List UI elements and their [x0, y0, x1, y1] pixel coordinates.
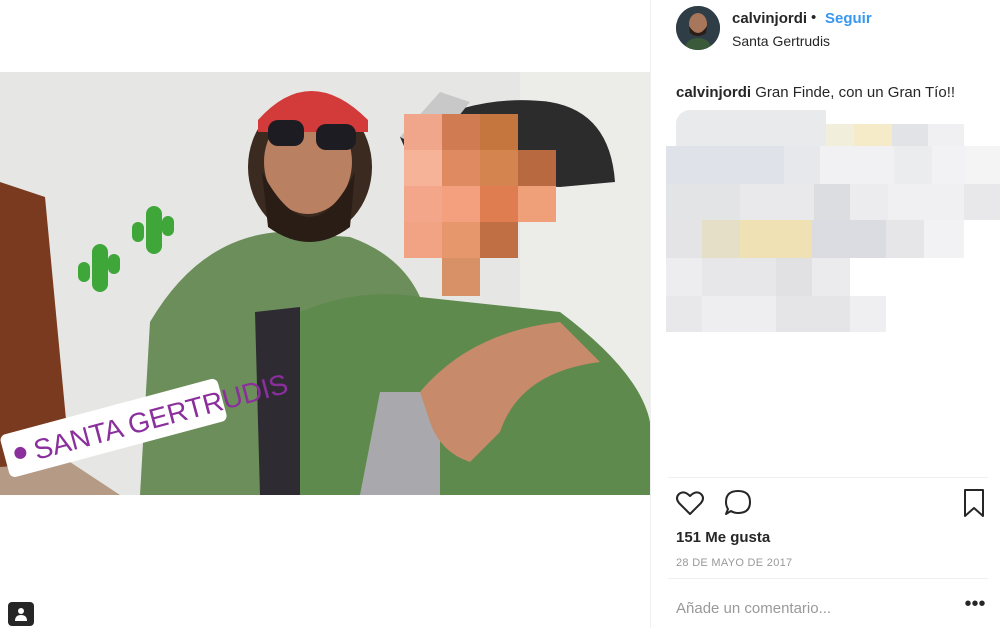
- header-username[interactable]: calvinjordi: [732, 10, 807, 27]
- follow-button[interactable]: Seguir: [825, 10, 872, 27]
- pixelated-comments: [666, 110, 1000, 335]
- save-button[interactable]: [961, 488, 989, 520]
- comment-divider: [668, 578, 988, 579]
- person-tag-icon: [15, 608, 27, 621]
- like-button[interactable]: [675, 488, 707, 520]
- avatar-image: [676, 6, 720, 50]
- comment-button[interactable]: [723, 488, 755, 520]
- avatar[interactable]: [676, 6, 720, 50]
- comment-input[interactable]: [676, 594, 946, 622]
- actions-divider: [668, 477, 988, 478]
- likes-count[interactable]: 151 Me gusta: [676, 529, 770, 546]
- bookmark-icon: [964, 489, 984, 517]
- post-media[interactable]: SANTA GERTRUDIS: [0, 0, 650, 628]
- caption-username[interactable]: calvinjordi: [676, 84, 751, 101]
- post-photo[interactable]: SANTA GERTRUDIS: [0, 72, 650, 495]
- more-options-button[interactable]: •••: [961, 594, 989, 622]
- post-date: 28 DE MAYO DE 2017: [676, 557, 793, 569]
- heart-icon: [676, 491, 704, 515]
- post-sidebar: calvinjordi • Seguir Santa Gertrudis cal…: [650, 0, 1000, 628]
- photo-illustration: SANTA GERTRUDIS: [0, 72, 650, 495]
- comment-bubble-icon: [725, 490, 751, 515]
- header-separator: •: [811, 9, 817, 26]
- more-options-icon: •••: [964, 593, 986, 615]
- header-location[interactable]: Santa Gertrudis: [732, 33, 830, 49]
- caption-text: Gran Finde, con un Gran Tío!!: [751, 84, 956, 101]
- post-caption: calvinjordi Gran Finde, con un Gran Tío!…: [676, 84, 955, 101]
- post-header: calvinjordi • Seguir Santa Gertrudis: [651, 0, 1000, 60]
- user-tag-button[interactable]: [8, 602, 34, 626]
